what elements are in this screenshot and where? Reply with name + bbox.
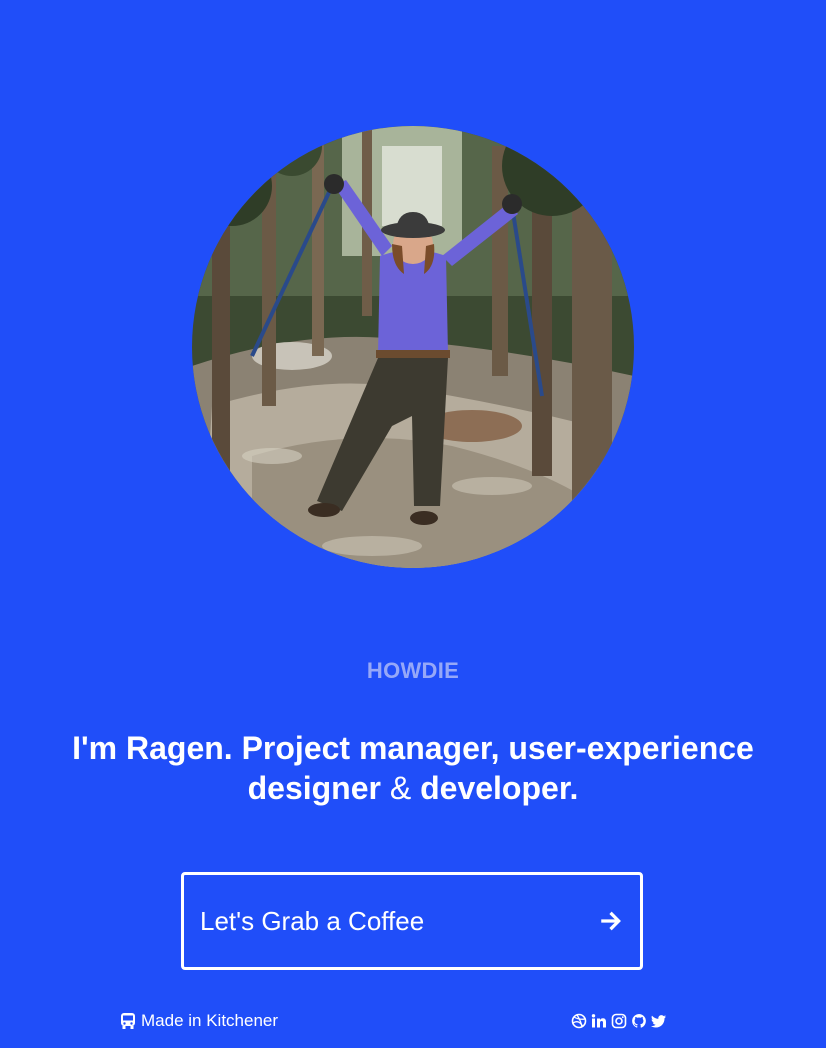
headline-text-part2: developer. [420, 770, 579, 806]
bus-icon [121, 1013, 135, 1029]
grab-coffee-label: Let's Grab a Coffee [200, 906, 425, 936]
location-note: Made in Kitchener [120, 1011, 278, 1031]
eyebrow-label: HOWDIE [366, 658, 460, 683]
profile-photo [192, 126, 634, 568]
dribbble-icon[interactable] [571, 1013, 587, 1029]
grab-coffee-button[interactable]: Let's Grab a Coffee [181, 872, 643, 970]
headline-text-part1: I'm Ragen. Project manager, user-experie… [72, 730, 754, 806]
linkedin-icon[interactable] [591, 1013, 607, 1029]
arrow-right-icon [601, 911, 621, 931]
hero-headline: I'm Ragen. Project manager, user-experie… [10, 728, 816, 808]
headline-ampersand: & [389, 770, 412, 806]
instagram-icon[interactable] [611, 1013, 627, 1029]
location-text: Made in Kitchener [141, 1011, 279, 1030]
social-links [571, 1012, 671, 1030]
github-icon[interactable] [631, 1013, 647, 1029]
twitter-icon[interactable] [651, 1013, 667, 1029]
